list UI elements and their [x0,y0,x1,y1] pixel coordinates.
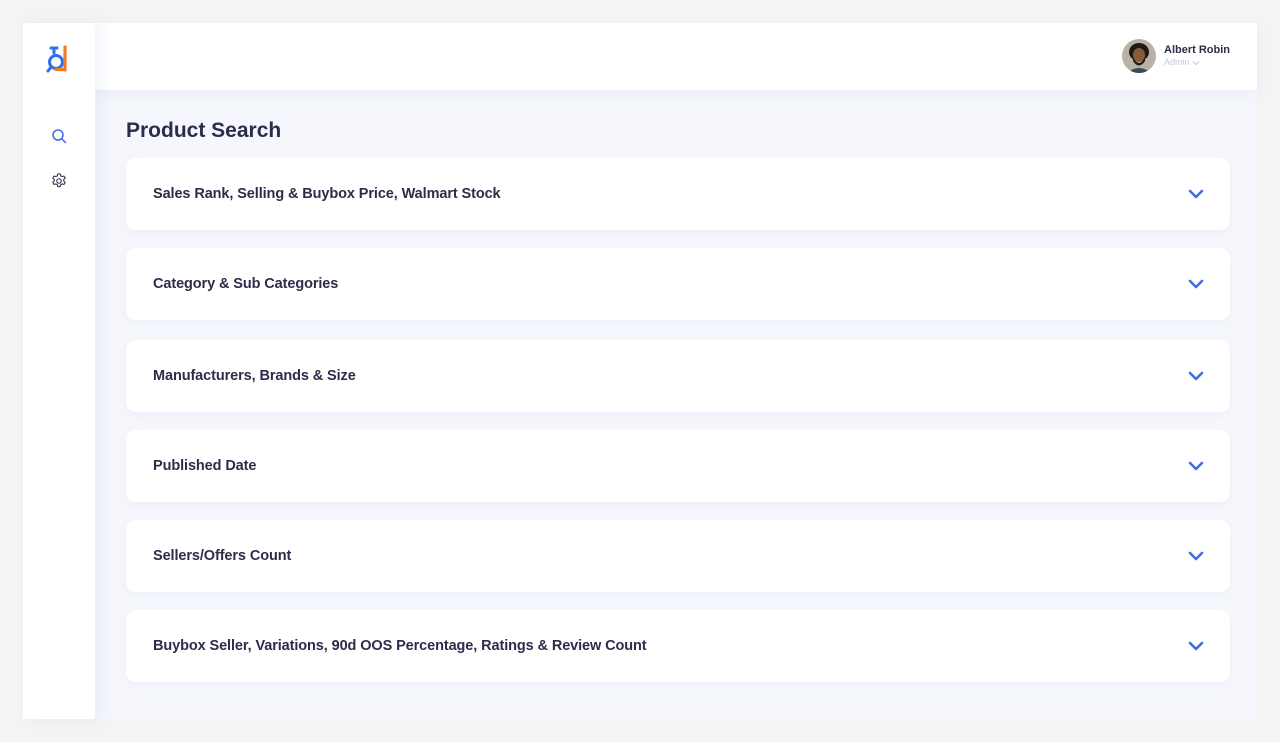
page-title: Product Search [126,119,282,142]
filter-panel-category[interactable]: Category & Sub Categories [126,248,1230,320]
panel-label: Published Date [153,458,257,474]
panel-label: Sales Rank, Selling & Buybox Price, Walm… [153,186,501,202]
gear-icon [52,173,66,188]
user-name: Albert Robin [1164,44,1230,56]
filter-panel-published-date[interactable]: Published Date [126,430,1230,502]
logo[interactable] [23,23,95,95]
user-menu[interactable]: Albert Robin Admin [1122,39,1230,73]
chevron-down-icon[interactable] [1188,459,1204,473]
top-bar: Albert Robin Admin [95,23,1257,90]
panel-label: Manufacturers, Brands & Size [153,368,356,384]
filter-panel-buybox-seller[interactable]: Buybox Seller, Variations, 90d OOS Perce… [126,610,1230,682]
chevron-down-icon[interactable] [1188,277,1204,291]
panel-label: Category & Sub Categories [153,276,339,292]
chevron-down-icon[interactable] [1188,639,1204,653]
chevron-down-icon[interactable] [1188,369,1204,383]
search-icon [52,129,67,144]
main-content: Product Search Sales Rank, Selling & Buy… [126,118,1230,682]
chevron-down-icon[interactable] [1188,187,1204,201]
user-role: Admin [1164,57,1230,68]
panel-label: Buybox Seller, Variations, 90d OOS Perce… [153,638,647,654]
panel-label: Sellers/Offers Count [153,548,292,564]
avatar-icon [1122,39,1156,73]
filter-panel-sales-rank[interactable]: Sales Rank, Selling & Buybox Price, Walm… [126,158,1230,230]
avatar[interactable] [1122,39,1156,73]
sidebar [23,23,95,719]
sidebar-item-settings[interactable] [23,169,95,193]
logo-icon [46,45,67,73]
sidebar-item-search[interactable] [23,124,95,148]
filter-panel-sellers-offers[interactable]: Sellers/Offers Count [126,520,1230,592]
app-window: Albert Robin Admin Product Search Sales … [23,23,1257,719]
user-role-label: Admin [1164,57,1190,67]
chevron-down-icon [1192,60,1199,65]
filter-panel-manufacturers[interactable]: Manufacturers, Brands & Size [126,340,1230,412]
chevron-down-icon[interactable] [1188,549,1204,563]
